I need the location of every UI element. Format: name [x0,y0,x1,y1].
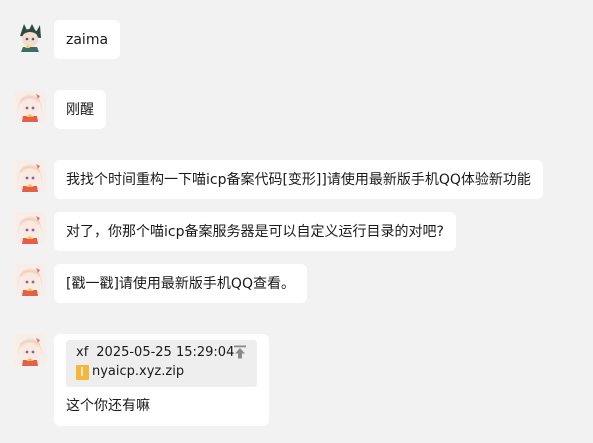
message-row: 对了，你那个喵icp备案服务器是可以自定义运行目录的对吧? [14,212,456,251]
file-caption: 这个你还有嘛 [66,398,150,414]
upload-arrow-icon[interactable] [233,345,247,359]
message-bubble[interactable]: [戳一戳]请使用最新版手机QQ查看。 [54,264,307,303]
file-uploader: xf [76,345,89,360]
file-name[interactable]: nyaicp.xyz.zip [92,363,184,381]
message-row: [戳一戳]请使用最新版手机QQ查看。 [14,264,307,303]
avatar[interactable] [14,160,46,192]
message-bubble[interactable]: zaima [54,20,121,59]
zip-file-icon [76,364,89,380]
file-timestamp: 2025-05-25 15:29:04 [96,345,235,360]
message-row: xf 2025-05-25 15:29:04 nyaicp.xyz.zip 这个… [14,334,269,426]
message-row: 刚醒 [14,90,106,129]
message-row: 我找个时间重构一下喵icp备案代码[变形]]请使用最新版手机QQ体验新功能 [14,160,543,199]
message-row: zaima [14,20,121,59]
message-bubble[interactable]: 刚醒 [54,90,106,129]
avatar[interactable] [14,264,46,296]
avatar[interactable] [14,20,46,52]
avatar[interactable] [14,334,46,366]
file-message-bubble[interactable]: xf 2025-05-25 15:29:04 nyaicp.xyz.zip 这个… [54,334,269,426]
message-bubble[interactable]: 对了，你那个喵icp备案服务器是可以自定义运行目录的对吧? [54,212,456,251]
file-meta: xf 2025-05-25 15:29:04 [76,344,247,362]
message-bubble[interactable]: 我找个时间重构一下喵icp备案代码[变形]]请使用最新版手机QQ体验新功能 [54,160,543,199]
file-card[interactable]: xf 2025-05-25 15:29:04 nyaicp.xyz.zip [66,340,257,387]
avatar[interactable] [14,90,46,122]
file-info: nyaicp.xyz.zip [76,363,247,381]
avatar[interactable] [14,212,46,244]
